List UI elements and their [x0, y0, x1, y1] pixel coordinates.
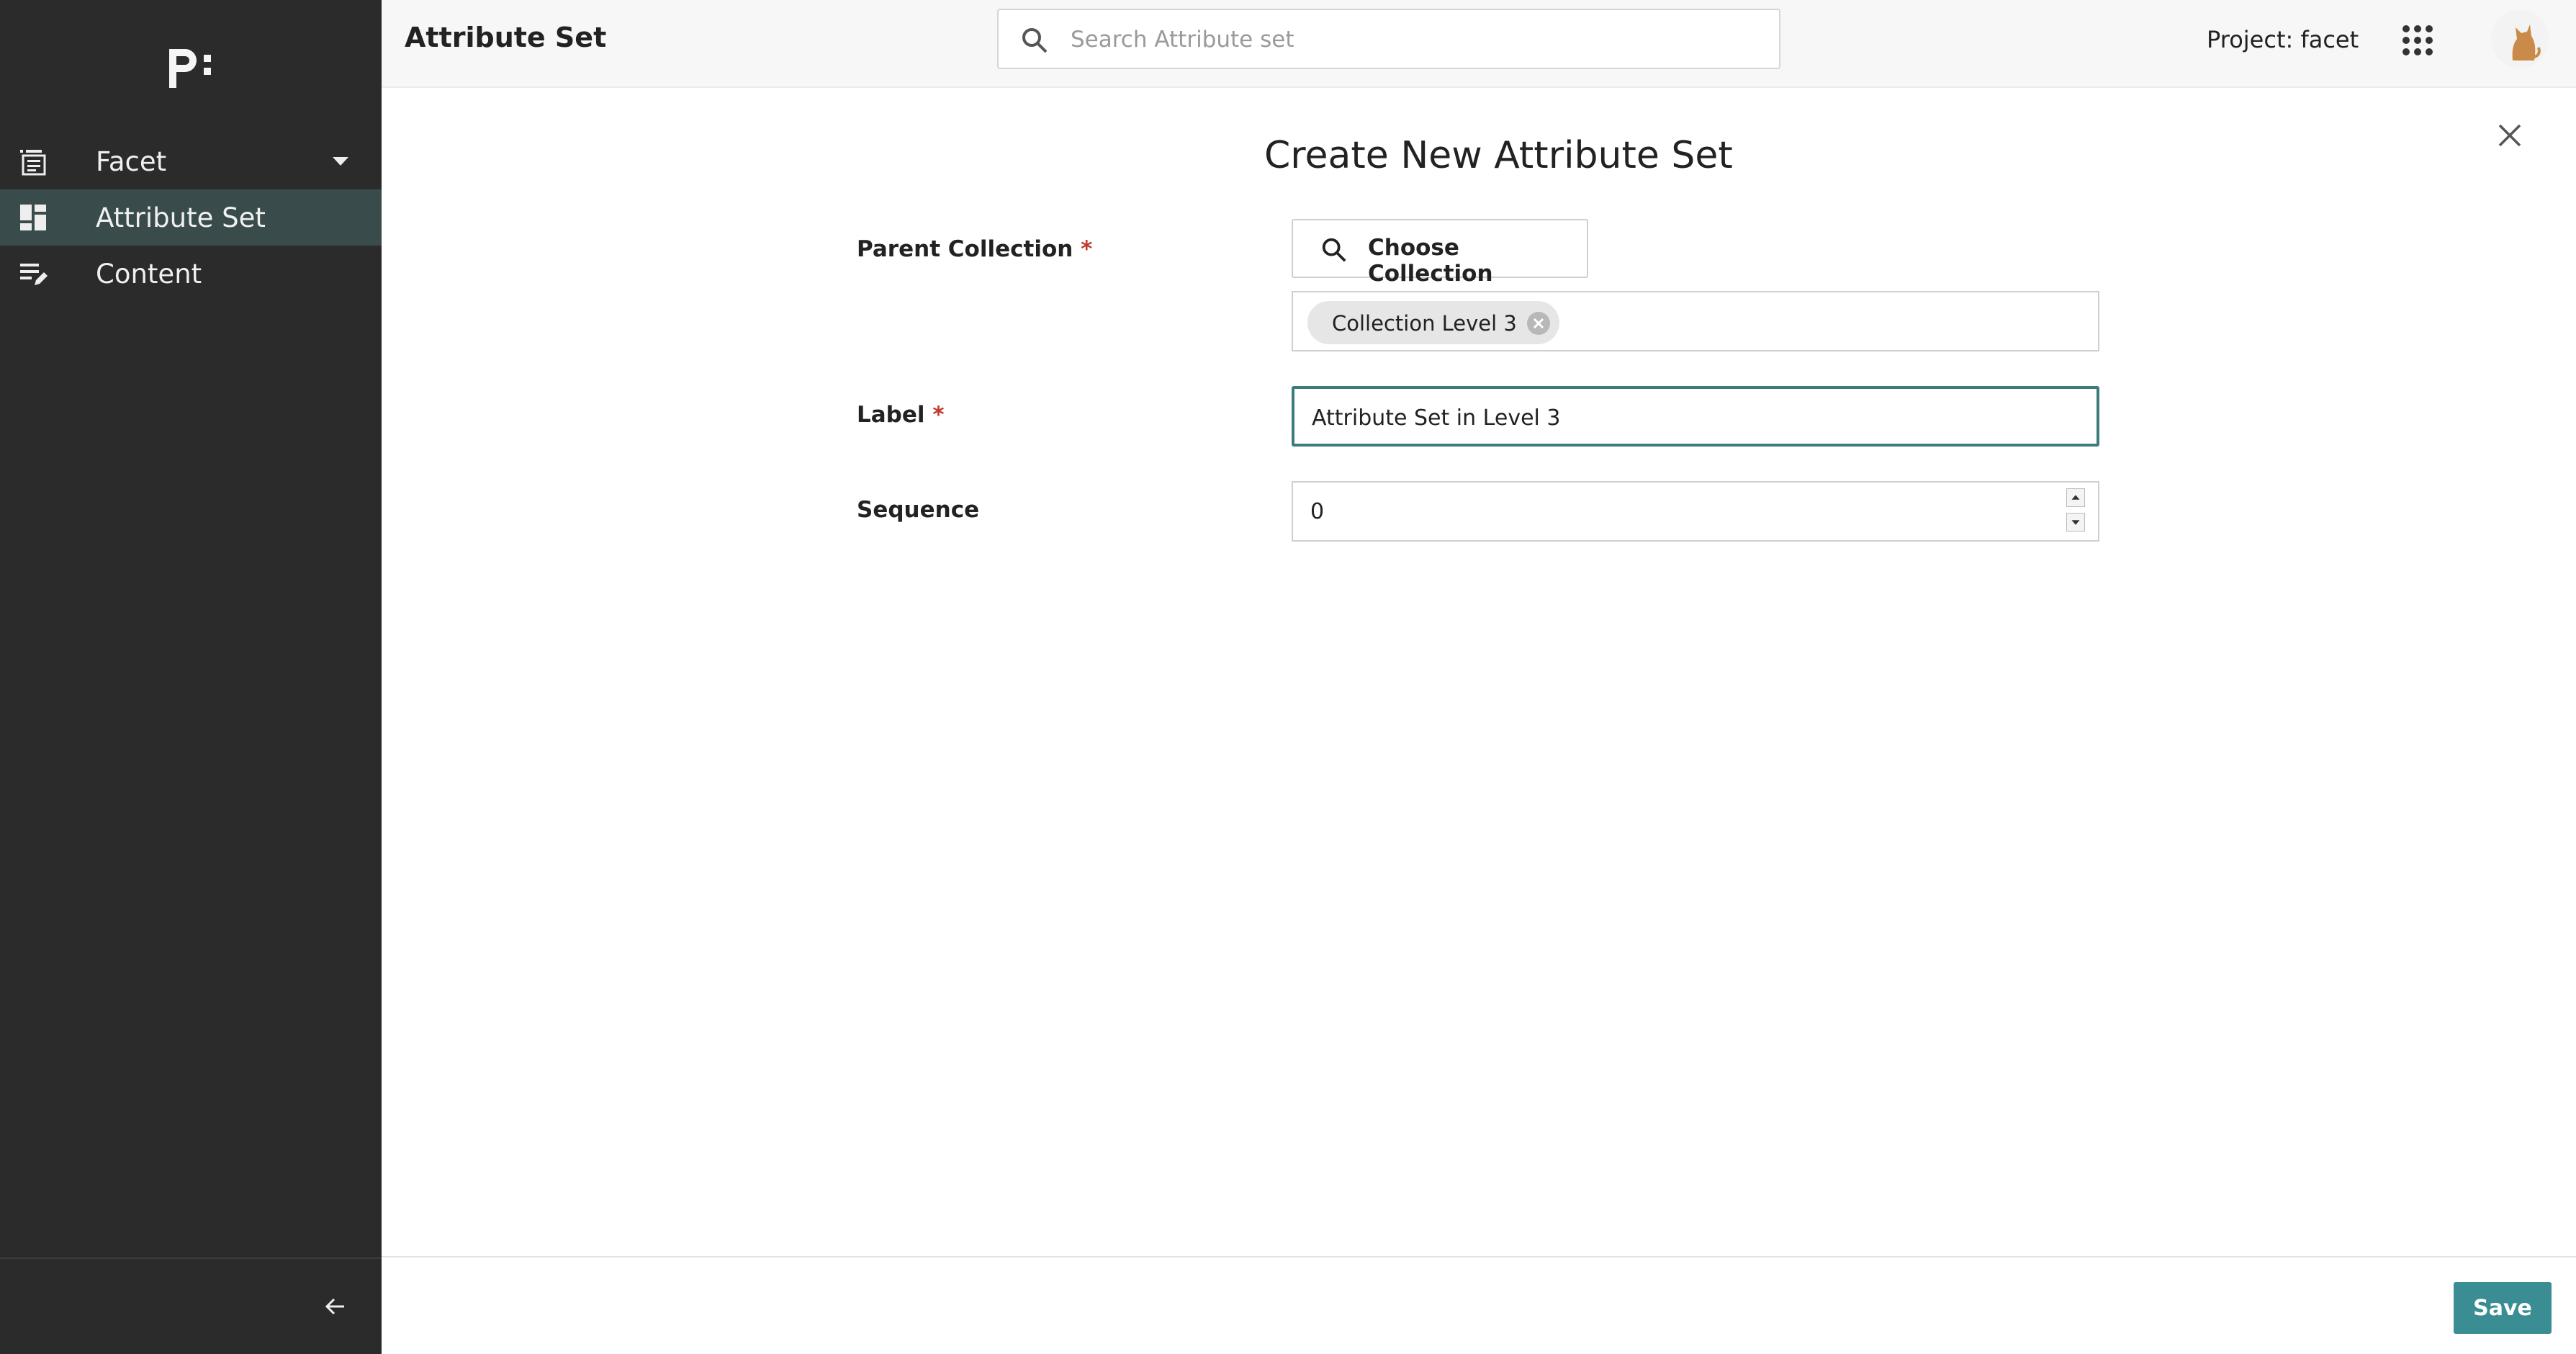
avatar[interactable]	[2491, 10, 2549, 68]
project-label[interactable]: Project: facet	[2207, 26, 2359, 53]
apps-grid-icon[interactable]	[2402, 24, 2433, 56]
required-marker: *	[932, 402, 945, 428]
collapse-sidebar-arrow-icon[interactable]	[323, 1294, 348, 1319]
sidebar-item-content[interactable]: Content	[0, 246, 382, 302]
sequence-input[interactable]	[1309, 493, 2032, 530]
search-icon	[1020, 26, 1049, 55]
sidebar-item-facet[interactable]: Facet	[0, 133, 382, 189]
logo[interactable]	[162, 40, 220, 91]
form-title: Create New Attribute Set	[1264, 134, 1733, 177]
selected-collection-field[interactable]: Collection Level 3	[1292, 291, 2099, 351]
search-icon	[1320, 236, 1348, 264]
choose-collection-label: Choose Collection	[1368, 235, 1493, 287]
list-icon	[19, 147, 48, 176]
footer-divider	[382, 1256, 2576, 1257]
sidebar-item-label: Facet	[96, 145, 167, 177]
save-button[interactable]: Save	[2454, 1282, 2552, 1334]
edit-list-icon	[19, 259, 48, 288]
page-title: Attribute Set	[405, 22, 607, 53]
search-bar[interactable]	[997, 9, 1780, 69]
sequence-label: Sequence	[857, 497, 980, 523]
caret-down-icon[interactable]	[333, 156, 348, 166]
decrement-icon[interactable]	[2066, 513, 2085, 532]
sidebar-item-label: Content	[96, 258, 202, 290]
required-marker: *	[1081, 236, 1093, 262]
top-header: Attribute Set Project: facet	[382, 0, 2576, 88]
label-input[interactable]	[1310, 399, 2033, 436]
chip-label: Collection Level 3	[1332, 311, 1517, 336]
close-icon[interactable]	[2495, 121, 2524, 150]
sidebar-item-attribute-set[interactable]: Attribute Set	[0, 189, 382, 246]
collection-chip[interactable]: Collection Level 3	[1307, 301, 1559, 344]
parent-collection-label: Parent Collection *	[857, 236, 1093, 262]
dashboard-icon	[19, 203, 48, 232]
label-field-label: Label *	[857, 402, 945, 428]
remove-chip-icon[interactable]	[1526, 311, 1551, 336]
sidebar-item-label: Attribute Set	[96, 202, 266, 233]
search-input[interactable]	[1069, 20, 1763, 59]
choose-collection-button[interactable]: Choose Collection	[1292, 219, 1588, 287]
label-field[interactable]	[1292, 386, 2099, 447]
sequence-field[interactable]	[1292, 481, 2099, 542]
divider	[0, 1257, 382, 1259]
increment-icon[interactable]	[2066, 488, 2085, 507]
sidebar: Facet Attribute Set Content	[0, 0, 382, 1354]
